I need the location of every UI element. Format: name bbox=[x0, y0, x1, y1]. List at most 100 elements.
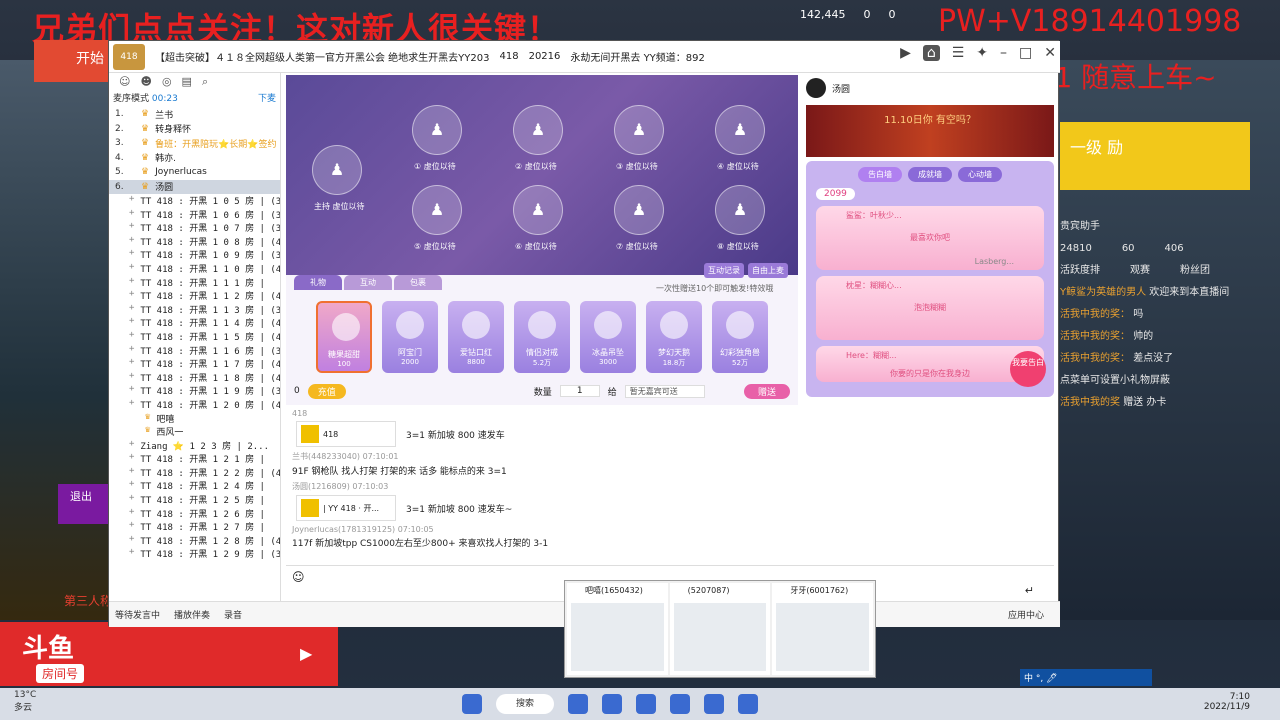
taskbar-app-icon[interactable] bbox=[568, 694, 588, 714]
close-icon[interactable]: ✕ bbox=[1044, 45, 1056, 61]
queue-item[interactable]: 6. ♛ 汤圆 bbox=[109, 179, 280, 194]
home-icon[interactable]: ⌂ bbox=[922, 45, 940, 61]
gift-item[interactable]: 糖果超甜 100 bbox=[316, 301, 372, 373]
room-item[interactable]: + TT 418 : 开黑 1 0 9 房 | (3) bbox=[109, 248, 280, 262]
gift-item[interactable]: 梦幻天鹅 18.8万 bbox=[646, 301, 702, 373]
seat[interactable]: ♟ bbox=[513, 105, 563, 155]
gift-item[interactable]: 幻彩独角兽 52万 bbox=[712, 301, 768, 373]
room-item[interactable]: + TT 418 : 开黑 1 1 1 房 | bbox=[109, 276, 280, 290]
quantity-input[interactable]: 1 bbox=[559, 385, 600, 397]
seat[interactable]: ♟ bbox=[614, 105, 664, 155]
gift-item[interactable]: 阿宝门 2000 bbox=[382, 301, 438, 373]
room-item[interactable]: + TT 418 : 开黑 1 2 8 房 | (4) bbox=[109, 534, 280, 548]
bgm-button[interactable]: 播放伴奏 bbox=[174, 608, 210, 621]
gift-item[interactable]: 冰晶吊坠 3000 bbox=[580, 301, 636, 373]
taskbar-app-icon[interactable] bbox=[636, 694, 656, 714]
send-icon[interactable]: ↵ bbox=[1025, 584, 1034, 597]
system-clock[interactable]: 7:10 2022/11/9 bbox=[1204, 692, 1250, 712]
confess-button[interactable]: 我要告白 bbox=[1010, 351, 1046, 387]
tab-bag[interactable]: 包裹 bbox=[394, 275, 442, 290]
tab-fans[interactable]: 粉丝团 bbox=[1180, 260, 1210, 282]
taskbar-search[interactable]: 搜索 bbox=[496, 694, 554, 714]
room-item[interactable]: + TT 418 : 开黑 1 2 0 房 | (4) bbox=[109, 398, 280, 412]
tab-activity[interactable]: 活跃度排 bbox=[1060, 260, 1100, 282]
list-icon[interactable]: ☰ bbox=[952, 45, 965, 61]
room-item[interactable]: + TT 418 : 开黑 1 1 4 房 | (4) bbox=[109, 316, 280, 330]
room-item[interactable]: + TT 418 : 开黑 1 1 5 房 | (4) bbox=[109, 330, 280, 344]
emoji-icon[interactable]: ☺ bbox=[292, 570, 305, 584]
tab-watch[interactable]: 观赛 bbox=[1130, 260, 1150, 282]
tab-interact[interactable]: 互动 bbox=[344, 275, 392, 290]
room-item[interactable]: + TT 418 : 开黑 1 1 8 房 | (4) bbox=[109, 371, 280, 385]
room-item[interactable]: + Ziang ⭐ 1 2 3 房 | 2... bbox=[109, 439, 280, 453]
room-item[interactable]: + TT 418 : 开黑 1 1 6 房 | (3) bbox=[109, 344, 280, 358]
seat[interactable]: ♟ bbox=[513, 185, 563, 235]
location-icon[interactable]: ◎ bbox=[162, 75, 172, 89]
app-center-button[interactable]: 应用中心 bbox=[1008, 608, 1044, 621]
queue-item[interactable]: 3. ♛ 鲁班：开黑陪玩⭐长期⭐签约 bbox=[109, 136, 280, 151]
start-button[interactable]: 开始 bbox=[34, 40, 110, 82]
event-banner[interactable]: 11.10日你 有空吗？ bbox=[806, 105, 1054, 157]
preview-window[interactable]: 吧嘻(1650432) bbox=[567, 583, 668, 675]
weather-widget[interactable]: 13°C 多云 bbox=[14, 690, 36, 713]
room-item[interactable]: + TT 418 : 开黑 1 2 2 房 | (4) bbox=[109, 466, 280, 480]
tab-gifts[interactable]: 礼物 bbox=[294, 275, 342, 290]
room-item[interactable]: + TT 418 : 开黑 1 1 9 房 | (3) bbox=[109, 384, 280, 398]
seat[interactable]: ♟ bbox=[715, 105, 765, 155]
game-icon[interactable]: ✦ bbox=[976, 45, 988, 61]
seat[interactable]: ♟ bbox=[412, 185, 462, 235]
room-item[interactable]: + TT 418 : 开黑 1 0 8 房 | (4) bbox=[109, 235, 280, 249]
gift-item[interactable]: 情侣对戒 5.2万 bbox=[514, 301, 570, 373]
play-icon[interactable]: ▶ bbox=[300, 644, 312, 663]
maximize-icon[interactable]: □ bbox=[1019, 45, 1032, 61]
room-item[interactable]: + TT 418 : 开黑 1 2 7 房 | bbox=[109, 520, 280, 534]
member-item[interactable]: ♛ 西风一 bbox=[109, 425, 280, 439]
avatar[interactable] bbox=[806, 78, 826, 98]
tab-achievement[interactable]: 成就墙 bbox=[908, 167, 952, 182]
taskbar-app-icon[interactable] bbox=[602, 694, 622, 714]
interact-record-button[interactable]: 互动记录 bbox=[704, 263, 744, 278]
room-item[interactable]: + TT 418 : 开黑 1 2 6 房 | bbox=[109, 507, 280, 521]
leave-mic-button[interactable]: 下麦 bbox=[258, 91, 276, 107]
seat[interactable]: ♟ bbox=[412, 105, 462, 155]
room-item[interactable]: + TT 418 : 开黑 1 2 5 房 | bbox=[109, 493, 280, 507]
taskbar-app-icon[interactable] bbox=[738, 694, 758, 714]
member-item[interactable]: ♛ 吧嘻 bbox=[109, 412, 280, 426]
tab-confession[interactable]: 告白墙 bbox=[858, 167, 902, 182]
host-seat[interactable]: ♟ bbox=[312, 145, 362, 195]
taskbar-app-icon[interactable] bbox=[704, 694, 724, 714]
seat[interactable]: ♟ bbox=[614, 185, 664, 235]
room-item[interactable]: + TT 418 : 开黑 1 2 1 房 | bbox=[109, 452, 280, 466]
send-gift-button[interactable]: 赠送 bbox=[743, 383, 790, 399]
video-icon[interactable]: ▶ bbox=[900, 45, 911, 61]
seat[interactable]: ♟ bbox=[715, 185, 765, 235]
list-icon[interactable]: ▤ bbox=[182, 75, 192, 89]
free-mic-button[interactable]: 自由上麦 bbox=[748, 263, 788, 278]
confession-card[interactable]: 鲨鲨：叶秋少... 最喜欢你吧 Lasberg... bbox=[816, 206, 1044, 270]
tab-heartbeat[interactable]: 心动墙 bbox=[958, 167, 1002, 182]
confession-card[interactable]: 枕星：糊糊心... 泡泡糊糊 bbox=[816, 276, 1044, 340]
room-item[interactable]: + TT 418 : 开黑 1 0 7 房 | (3) bbox=[109, 221, 280, 235]
room-item[interactable]: + TT 418 : 开黑 1 1 3 房 | (3) bbox=[109, 303, 280, 317]
taskbar-app-icon[interactable] bbox=[670, 694, 690, 714]
room-item[interactable]: + TT 418 : 开黑 1 1 7 房 | (4) bbox=[109, 357, 280, 371]
ime-toolbar[interactable]: 中 °, 🖊 bbox=[1020, 669, 1152, 686]
queue-item[interactable]: 2. ♛ 转身释怀 bbox=[109, 122, 280, 137]
queue-item[interactable]: 1. ♛ 兰书 bbox=[109, 107, 280, 122]
friends-icon[interactable]: ☻ bbox=[140, 75, 151, 89]
room-item[interactable]: + TT 418 : 开黑 1 0 6 房 | (3) bbox=[109, 208, 280, 222]
gift-item[interactable]: 爱钻口红 8800 bbox=[448, 301, 504, 373]
windows-start-icon[interactable] bbox=[462, 694, 482, 714]
queue-item[interactable]: 5. ♛ Joynerlucas bbox=[109, 165, 280, 180]
target-select[interactable]: 暂无嘉宾可送 bbox=[624, 384, 705, 398]
room-item[interactable]: + TT 418 : 开黑 1 0 5 房 | (3) bbox=[109, 194, 280, 208]
room-item[interactable]: + TT 418 : 开黑 1 2 4 房 | bbox=[109, 479, 280, 493]
room-item[interactable]: + TT 418 : 开黑 1 1 2 房 | (4) bbox=[109, 289, 280, 303]
search-icon[interactable]: ⌕ bbox=[202, 75, 208, 89]
room-item[interactable]: + TT 418 : 开黑 1 1 0 房 | (4) bbox=[109, 262, 280, 276]
mic-status[interactable]: 等待发言中 bbox=[115, 608, 160, 621]
preview-window[interactable]: (5207087) bbox=[669, 583, 771, 675]
minimize-icon[interactable]: – bbox=[1000, 45, 1007, 61]
record-button[interactable]: 录音 bbox=[224, 608, 242, 621]
queue-item[interactable]: 4. ♛ 韩亦. bbox=[109, 151, 280, 166]
